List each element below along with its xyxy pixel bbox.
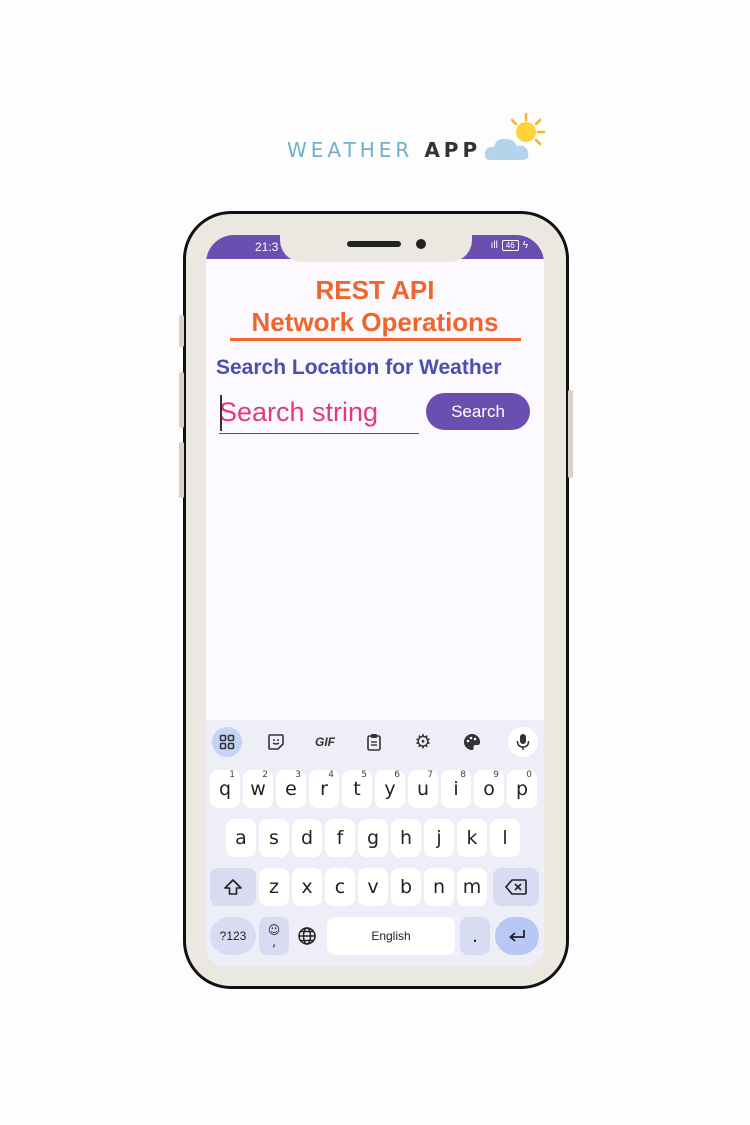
backspace-icon: [505, 879, 527, 895]
space-key[interactable]: English: [327, 917, 455, 955]
search-input[interactable]: [219, 392, 419, 434]
key-l[interactable]: l: [490, 819, 520, 857]
key-q[interactable]: q1: [210, 770, 240, 808]
key-v[interactable]: v: [358, 868, 388, 906]
brand-word-app: APP: [424, 138, 482, 162]
apps-grid-icon[interactable]: [212, 727, 242, 757]
emoji-comma-key[interactable]: ☺ ,: [259, 917, 289, 955]
phone-volume-up: [179, 372, 184, 428]
brand-header: WEATHER APP: [0, 112, 750, 172]
gif-label: GIF: [315, 735, 335, 749]
key-b[interactable]: b: [391, 868, 421, 906]
battery-icon: 46: [501, 240, 519, 251]
palette-icon[interactable]: [457, 727, 487, 757]
enter-icon: [509, 930, 525, 942]
key-u[interactable]: u7: [408, 770, 438, 808]
charging-icon: ϟ: [522, 240, 528, 251]
key-k[interactable]: k: [457, 819, 487, 857]
key-p[interactable]: p0: [507, 770, 537, 808]
microphone-icon[interactable]: [508, 727, 538, 757]
key-i[interactable]: i8: [441, 770, 471, 808]
phone-speaker: [347, 241, 401, 247]
key-f[interactable]: f: [325, 819, 355, 857]
key-s[interactable]: s: [259, 819, 289, 857]
key-g[interactable]: g: [358, 819, 388, 857]
brand-title: WEATHER APP: [287, 138, 481, 162]
signal-icon: ıll: [490, 240, 498, 251]
sticker-icon[interactable]: [261, 727, 291, 757]
phone-volume-down: [179, 442, 184, 498]
status-icons: ıll 46 ϟ: [491, 240, 528, 251]
title-rest-api: REST API: [315, 275, 435, 305]
brand-word-weather: WEATHER: [287, 138, 414, 162]
key-j[interactable]: j: [424, 819, 454, 857]
period-key[interactable]: .: [460, 917, 490, 955]
settings-icon[interactable]: ⚙: [408, 727, 438, 757]
key-z[interactable]: z: [259, 868, 289, 906]
key-h[interactable]: h: [391, 819, 421, 857]
phone-screen: 21:3 ıll 46 ϟ REST API Network Operation…: [206, 235, 544, 967]
key-y[interactable]: y6: [375, 770, 405, 808]
symbols-key[interactable]: ?123: [210, 917, 256, 955]
key-o[interactable]: o9: [474, 770, 504, 808]
status-time: 21:3: [255, 240, 279, 254]
key-e[interactable]: e3: [276, 770, 306, 808]
text-cursor: [220, 395, 222, 431]
key-a[interactable]: a: [226, 819, 256, 857]
backspace-key[interactable]: [493, 868, 539, 906]
title-network-operations: Network Operations: [251, 307, 499, 337]
front-camera: [416, 239, 426, 249]
on-screen-keyboard: GIF ⚙ q1 w2 e3 r4 t5 y6 u7 i8 o9 p0 a s …: [206, 720, 544, 967]
shift-icon: [224, 879, 242, 895]
key-n[interactable]: n: [424, 868, 454, 906]
battery-level: 46: [505, 241, 515, 250]
key-d[interactable]: d: [292, 819, 322, 857]
globe-icon: [298, 927, 316, 945]
key-c[interactable]: c: [325, 868, 355, 906]
shift-key[interactable]: [210, 868, 256, 906]
phone-power-button: [568, 390, 573, 478]
key-r[interactable]: r4: [309, 770, 339, 808]
search-heading: Search Location for Weather: [216, 356, 502, 379]
title-underline: [230, 338, 521, 341]
search-button[interactable]: Search: [426, 393, 530, 430]
key-x[interactable]: x: [292, 868, 322, 906]
enter-key[interactable]: [495, 917, 539, 955]
key-m[interactable]: m: [457, 868, 487, 906]
clipboard-icon[interactable]: [359, 727, 389, 757]
sun-cloud-icon: [484, 112, 546, 160]
globe-key[interactable]: [292, 917, 322, 955]
key-t[interactable]: t5: [342, 770, 372, 808]
phone-side-button: [179, 315, 184, 347]
gif-button[interactable]: GIF: [310, 727, 340, 757]
key-w[interactable]: w2: [243, 770, 273, 808]
